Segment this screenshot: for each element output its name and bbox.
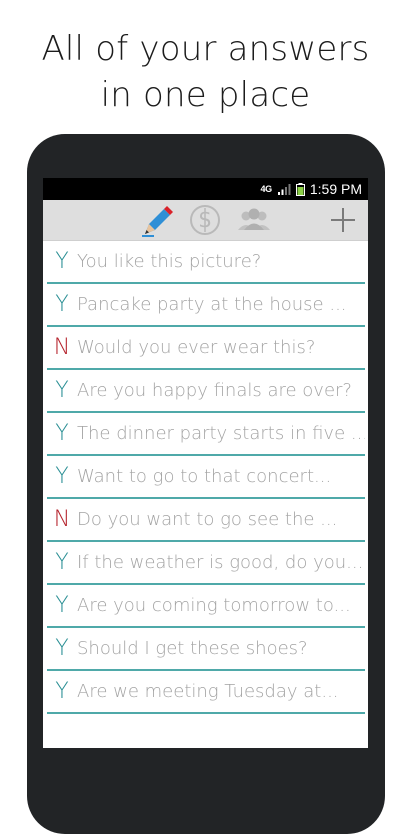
question-row[interactable]: Y You like this picture? (47, 241, 365, 284)
answer-indicator: Y (55, 593, 69, 618)
answer-indicator: N (53, 335, 71, 360)
signal-icon (277, 183, 291, 195)
network-type: 4G (260, 184, 272, 194)
answer-indicator: Y (55, 636, 69, 661)
question-text: You like this picture? (77, 251, 262, 272)
question-text: Want to go to that concert... (77, 466, 332, 487)
pencil-icon[interactable] (140, 204, 174, 238)
question-row[interactable]: N Do you want to go see the ... (47, 499, 365, 542)
answer-indicator: Y (55, 378, 69, 403)
question-row[interactable]: Y Want to go to that concert... (47, 456, 365, 499)
answer-indicator: Y (55, 421, 69, 446)
questions-list: Y You like this picture? Y Pancake party… (43, 241, 368, 714)
question-row[interactable]: Y Are you coming tomorrow to... (47, 585, 365, 628)
answer-indicator: Y (55, 550, 69, 575)
headline-line-2: in one place (100, 75, 311, 115)
answer-indicator: Y (55, 292, 69, 317)
headline-line-1: All of your answers (41, 29, 370, 69)
question-text: Pancake party at the house ... (77, 294, 347, 315)
battery-icon (295, 182, 305, 196)
question-text: Are you happy finals are over? (77, 380, 352, 401)
question-text: Do you want to go see the ... (77, 509, 338, 530)
question-row[interactable]: N Would you ever wear this? (47, 327, 365, 370)
clock: 1:59 PM (309, 181, 362, 197)
question-row[interactable]: Y The dinner party starts in five ... (47, 413, 365, 456)
dollar-coin-icon[interactable]: S (189, 204, 221, 236)
question-row[interactable]: Y Are you happy finals are over? (47, 370, 365, 413)
answer-indicator: Y (55, 464, 69, 489)
question-row[interactable]: Y If the weather is good, do you... (47, 542, 365, 585)
question-row[interactable]: Y Should I get these shoes? (47, 628, 365, 671)
question-text: Should I get these shoes? (77, 638, 308, 659)
answer-indicator: Y (55, 249, 69, 274)
answer-indicator: N (53, 507, 71, 532)
question-text: Are we meeting Tuesday at... (77, 681, 339, 702)
group-icon[interactable] (236, 204, 272, 236)
status-bar: 4G 1:59 PM (43, 178, 368, 200)
question-text: Are you coming tomorrow to... (77, 595, 351, 616)
plus-icon[interactable] (329, 204, 357, 236)
question-text: The dinner party starts in five ... (77, 423, 365, 444)
question-row[interactable]: Y Pancake party at the house ... (47, 284, 365, 327)
promo-headline: All of your answers in one place (0, 26, 411, 118)
question-text: If the weather is good, do you... (77, 552, 364, 573)
question-text: Would you ever wear this? (77, 337, 316, 358)
answer-indicator: Y (55, 679, 69, 704)
question-row[interactable]: Y Are we meeting Tuesday at... (47, 671, 365, 714)
phone-screen: 4G 1:59 PM S Y You like this picture? Y … (43, 178, 368, 748)
app-toolbar: S (43, 200, 368, 241)
